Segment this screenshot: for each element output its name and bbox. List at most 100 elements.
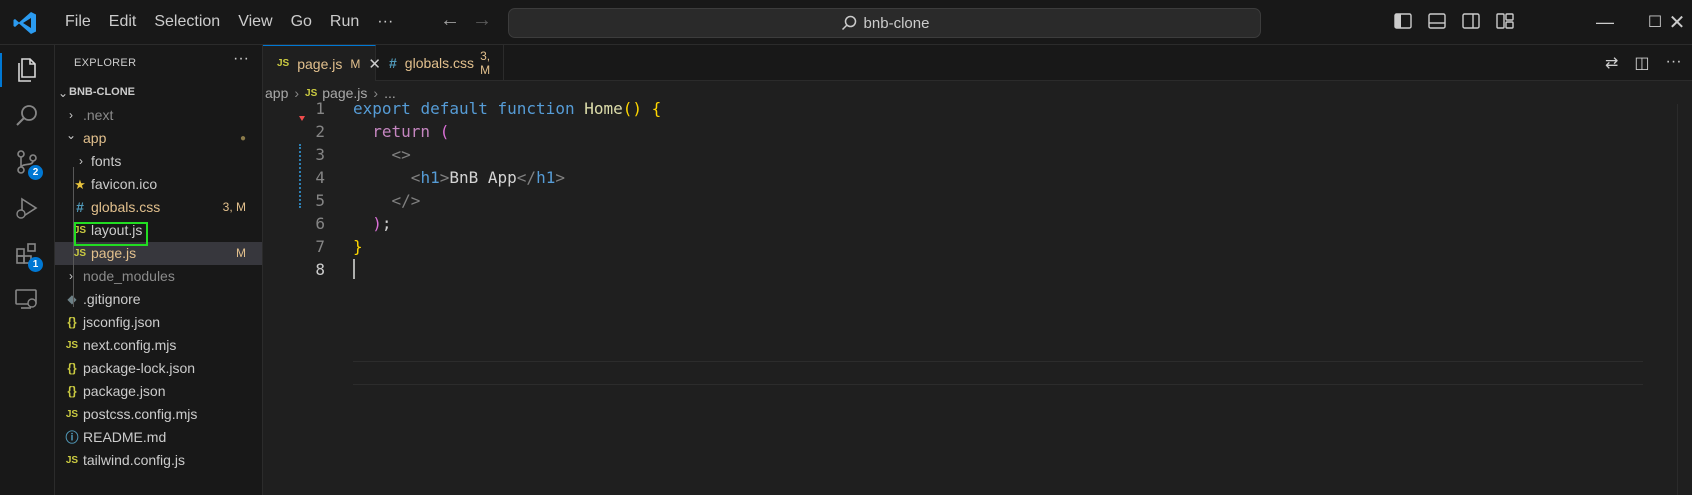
close-window-icon[interactable]: ✕ — [1662, 8, 1692, 36]
line-number: 6 — [315, 214, 325, 233]
tree-item-gitignore[interactable]: ◆ .gitignore — [55, 288, 262, 311]
tree-item-globals-css[interactable]: # globals.css 3, M — [55, 196, 262, 219]
menu-more[interactable]: ··· — [368, 7, 402, 37]
tree-item-package-lock[interactable]: {} package-lock.json — [55, 357, 262, 380]
vscode-logo-icon[interactable] — [12, 10, 38, 36]
editor-scrollbar[interactable] — [1677, 104, 1692, 495]
tab-status: 3, M — [480, 48, 491, 77]
code-line: </> — [391, 191, 421, 210]
line-number: 3 — [315, 145, 325, 164]
js-file-icon: JS — [65, 455, 79, 466]
split-editor-icon[interactable]: ◫ — [1634, 53, 1649, 73]
tree-item-label: README.md — [83, 429, 167, 445]
line-number: 7 — [315, 237, 325, 256]
explorer-sidebar: EXPLORER ··· ⌄ BNB-CLONE › .next ⌄ app ●… — [55, 45, 263, 495]
code-editor[interactable]: 1 2 3 4 5 6 7 8 export default function … — [263, 99, 1692, 495]
tree-item-tailwind-config[interactable]: JS tailwind.config.js — [55, 449, 262, 472]
tab-page-js[interactable]: JS page.js M ✕ — [263, 45, 381, 81]
tree-item-postcss-config[interactable]: JS postcss.config.mjs — [55, 403, 262, 426]
tree-item-label: postcss.config.mjs — [83, 406, 198, 422]
chevron-down-icon: ⌄ — [57, 86, 69, 100]
title-bar: File Edit Selection View Go Run ··· ← → … — [0, 0, 1692, 45]
code-line: <h1>BnB App</h1> — [410, 168, 565, 187]
explorer-icon[interactable] — [0, 47, 54, 93]
menu-bar: File Edit Selection View Go Run ··· — [56, 0, 402, 44]
current-line-highlight — [353, 361, 1643, 385]
back-arrow-icon[interactable]: ← — [440, 9, 460, 32]
command-center-search[interactable]: bnb-clone — [508, 8, 1261, 38]
code-line: return ( — [372, 122, 450, 141]
search-icon — [841, 15, 856, 31]
chevron-right-icon: › — [69, 269, 73, 283]
info-icon: ⓘ — [65, 430, 79, 445]
tab-status: M — [350, 56, 361, 71]
minimize-button[interactable] — [1590, 8, 1620, 36]
tab-label: page.js — [297, 55, 343, 72]
editor-tabs: JS page.js M ✕ # globals.css 3, M ⇄ ◫ ··… — [263, 45, 1692, 81]
tree-item-favicon[interactable]: ★ favicon.ico — [55, 173, 262, 196]
css-file-icon: # — [389, 54, 397, 71]
code-line: ); — [372, 214, 392, 233]
line-number: 1 — [315, 99, 325, 118]
extensions-icon[interactable]: 1 — [0, 231, 54, 277]
explorer-title: EXPLORER — [74, 57, 137, 69]
more-actions-icon[interactable]: ··· — [1666, 53, 1682, 73]
forward-arrow-icon[interactable]: → — [472, 9, 492, 32]
file-status: 3, M — [222, 200, 246, 214]
tab-globals-css[interactable]: # globals.css 3, M — [375, 45, 504, 80]
json-file-icon: {} — [67, 361, 77, 375]
extensions-badge: 1 — [28, 257, 43, 272]
layout-controls — [1392, 10, 1516, 32]
highlight-box — [74, 222, 148, 246]
toggle-primary-sidebar-icon[interactable] — [1392, 10, 1414, 32]
menu-view[interactable]: View — [229, 7, 281, 37]
tree-item-label: node_modules — [83, 268, 175, 284]
tree-item-label: globals.css — [91, 199, 161, 215]
tree-item-label: next.config.mjs — [83, 337, 177, 353]
explorer-more-actions[interactable]: ··· — [233, 50, 249, 68]
tree-item-label: app — [83, 130, 107, 146]
tree-item-node-modules[interactable]: › node_modules — [55, 265, 262, 288]
project-root[interactable]: ⌄ BNB-CLONE — [55, 81, 262, 104]
toggle-secondary-sidebar-icon[interactable] — [1460, 10, 1482, 32]
open-changes-icon[interactable]: ⇄ — [1605, 53, 1618, 73]
search-icon[interactable] — [0, 93, 54, 139]
run-debug-icon[interactable] — [0, 185, 54, 231]
deleted-lines-marker[interactable] — [299, 116, 305, 121]
editor-actions: ⇄ ◫ ··· — [1605, 53, 1682, 73]
code-line: <> — [391, 145, 411, 164]
tree-item-label: fonts — [91, 153, 122, 169]
source-control-icon[interactable]: 2 — [0, 139, 54, 185]
tree-item-next[interactable]: › .next — [55, 104, 262, 127]
modified-lines-marker[interactable] — [299, 144, 303, 208]
menu-file[interactable]: File — [56, 7, 100, 37]
line-number: 4 — [315, 168, 325, 187]
file-status: M — [236, 246, 246, 260]
text-cursor — [353, 259, 355, 279]
menu-selection[interactable]: Selection — [145, 7, 229, 37]
tree-item-label: jsconfig.json — [83, 314, 161, 330]
json-file-icon: {} — [67, 384, 77, 398]
css-file-icon: # — [76, 199, 84, 215]
tree-item-app[interactable]: ⌄ app ● — [55, 127, 262, 150]
customize-layout-icon[interactable] — [1494, 10, 1516, 32]
menu-edit[interactable]: Edit — [100, 7, 146, 37]
tab-label: globals.css — [404, 54, 475, 71]
chevron-down-icon: ⌄ — [65, 128, 77, 142]
menu-run[interactable]: Run — [321, 7, 368, 37]
modified-dot: ● — [239, 133, 246, 144]
tree-item-label: .next — [83, 107, 114, 123]
toggle-panel-icon[interactable] — [1426, 10, 1448, 32]
js-file-icon: JS — [277, 58, 290, 69]
tree-item-label: .gitignore — [83, 291, 141, 307]
remote-explorer-icon[interactable] — [0, 277, 54, 323]
tree-item-fonts[interactable]: › fonts — [55, 150, 262, 173]
code-line: } — [353, 237, 363, 256]
tree-item-readme[interactable]: ⓘ README.md — [55, 426, 262, 449]
file-tree: ⌄ BNB-CLONE › .next ⌄ app ● › fonts ★ fa… — [55, 81, 262, 472]
tree-item-package-json[interactable]: {} package.json — [55, 380, 262, 403]
activity-bar: 2 1 — [0, 45, 55, 495]
menu-go[interactable]: Go — [282, 7, 321, 37]
tree-item-jsconfig[interactable]: {} jsconfig.json — [55, 311, 262, 334]
tree-item-next-config[interactable]: JS next.config.mjs — [55, 334, 262, 357]
